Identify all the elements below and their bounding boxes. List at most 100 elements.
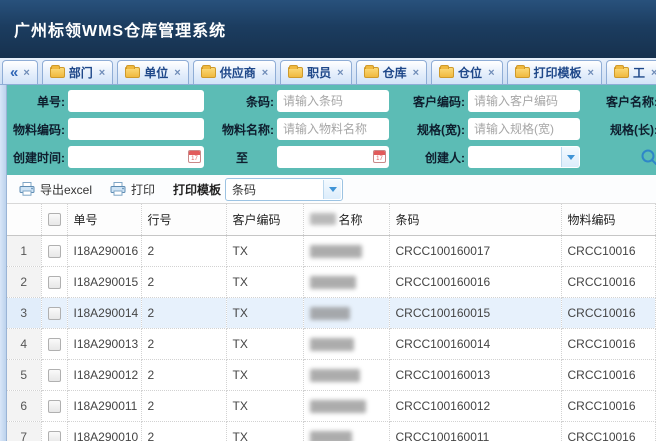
- table-row[interactable]: 6I18A2900112TXCRCC100160012CRCC10016: [7, 390, 656, 421]
- close-icon[interactable]: ×: [174, 67, 180, 79]
- cell-customer-name: [303, 297, 389, 328]
- cell-material-code: CRCC10016: [561, 235, 656, 266]
- search-button[interactable]: [640, 148, 656, 166]
- tab-collapse[interactable]: « ×: [2, 60, 38, 84]
- redacted-text: [310, 307, 350, 320]
- col-header-customer-name[interactable]: 名称: [303, 204, 389, 235]
- customer-code-input[interactable]: [468, 90, 580, 112]
- table-row[interactable]: 1I18A2900162TXCRCC100160017CRCC10016: [7, 235, 656, 266]
- cell-line-no: 2: [141, 390, 226, 421]
- calendar-icon[interactable]: [373, 150, 386, 163]
- close-icon[interactable]: ×: [337, 67, 343, 79]
- print-template-select[interactable]: 条码: [225, 178, 343, 201]
- cell-order-no: I18A290016: [67, 235, 141, 266]
- folder-icon: [201, 67, 216, 78]
- row-checkbox[interactable]: [48, 307, 61, 320]
- tab-仓库[interactable]: 仓库×: [356, 60, 427, 84]
- folder-icon: [288, 67, 303, 78]
- tab-打印模板[interactable]: 打印模板 ×: [507, 60, 602, 84]
- cell-order-no: I18A290012: [67, 359, 141, 390]
- row-checkbox-cell: [41, 390, 67, 421]
- row-checkbox-cell: [41, 359, 67, 390]
- order-no-input[interactable]: [68, 90, 204, 112]
- tab-职员[interactable]: 职员×: [280, 60, 351, 84]
- export-excel-button[interactable]: 导出excel: [19, 181, 92, 198]
- row-checkbox-cell: [41, 421, 67, 441]
- row-checkbox[interactable]: [48, 338, 61, 351]
- row-checkbox[interactable]: [48, 276, 61, 289]
- cell-customer-code: TX: [226, 390, 303, 421]
- close-icon[interactable]: ×: [588, 67, 594, 79]
- tab-strip: « × 部门×单位×供应商×职员×仓库×仓位×打印模板×工×: [0, 58, 656, 85]
- calendar-icon[interactable]: [188, 150, 201, 163]
- create-time-to-field: [277, 146, 389, 168]
- date-to-label: 至: [210, 149, 274, 166]
- create-time-from-input[interactable]: [68, 146, 204, 168]
- table-row[interactable]: 4I18A2900132TXCRCC100160014CRCC10016: [7, 328, 656, 359]
- cell-customer-name: [303, 235, 389, 266]
- chevron-down-icon[interactable]: [323, 180, 341, 199]
- spec-width-input[interactable]: [468, 118, 580, 140]
- folder-icon: [50, 67, 65, 78]
- creator-select[interactable]: [468, 146, 580, 168]
- order-no-label: 单号:: [7, 93, 65, 110]
- close-icon[interactable]: ×: [262, 67, 268, 79]
- cell-customer-code: TX: [226, 235, 303, 266]
- redacted-text: [310, 276, 356, 289]
- close-icon[interactable]: ×: [99, 67, 105, 79]
- export-excel-label: 导出excel: [40, 181, 92, 198]
- table-row[interactable]: 5I18A2900122TXCRCC100160013CRCC10016: [7, 359, 656, 390]
- col-header-line-no[interactable]: 行号: [141, 204, 226, 235]
- folder-icon: [125, 67, 140, 78]
- close-icon[interactable]: ×: [488, 67, 494, 79]
- cell-material-code: CRCC10016: [561, 328, 656, 359]
- col-header-material-code[interactable]: 物料编码: [561, 204, 656, 235]
- material-code-input[interactable]: [68, 118, 204, 140]
- row-checkbox[interactable]: [48, 400, 61, 413]
- search-row-3: 创建时间: 至 创建人:: [7, 146, 656, 168]
- redacted-text: [310, 213, 336, 225]
- row-number: 3: [7, 297, 41, 328]
- tab-label: 打印模板: [534, 64, 582, 81]
- barcode-label: 条码:: [210, 93, 274, 110]
- col-header-barcode[interactable]: 条码: [389, 204, 561, 235]
- tab-部门[interactable]: 部门×: [42, 60, 113, 84]
- col-header-customer-code[interactable]: 客户编码: [226, 204, 303, 235]
- grid-header-row: 单号 行号 客户编码 名称 条码 物料编码: [7, 204, 656, 235]
- tab-工[interactable]: 工×: [606, 60, 656, 84]
- barcode-input[interactable]: [277, 90, 389, 112]
- cell-barcode: CRCC100160017: [389, 235, 561, 266]
- customer-name-label: 客户名称:: [586, 93, 656, 110]
- printer-icon: [110, 182, 126, 196]
- row-number: 6: [7, 390, 41, 421]
- chevron-down-icon[interactable]: [561, 147, 579, 167]
- row-checkbox-cell: [41, 297, 67, 328]
- collapsed-west-panel[interactable]: [0, 85, 7, 441]
- table-row[interactable]: 2I18A2900152TXCRCC100160016CRCC10016: [7, 266, 656, 297]
- col-header-order-no[interactable]: 单号: [67, 204, 141, 235]
- row-checkbox[interactable]: [48, 245, 61, 258]
- print-button[interactable]: 打印: [110, 181, 155, 198]
- redacted-text: [310, 338, 354, 351]
- material-name-input[interactable]: [277, 118, 389, 140]
- row-checkbox[interactable]: [48, 369, 61, 382]
- close-icon[interactable]: ×: [413, 67, 419, 79]
- title-bar: 广州标领WMS仓库管理系统: [0, 0, 656, 58]
- tab-label: 单位: [144, 64, 168, 81]
- search-row-1: 单号: 条码: 客户编码: 客户名称:: [7, 90, 656, 112]
- select-all-checkbox[interactable]: [48, 213, 61, 226]
- close-icon[interactable]: ×: [651, 67, 656, 79]
- collapse-left-icon[interactable]: «: [10, 64, 18, 81]
- cell-line-no: 2: [141, 266, 226, 297]
- tab-label: 供应商: [220, 64, 256, 81]
- row-checkbox-cell: [41, 266, 67, 297]
- tab-仓位[interactable]: 仓位×: [431, 60, 502, 84]
- row-checkbox[interactable]: [48, 431, 61, 441]
- cell-customer-code: TX: [226, 328, 303, 359]
- tab-单位[interactable]: 单位 ×: [117, 60, 188, 84]
- close-icon[interactable]: ×: [23, 67, 29, 79]
- table-row[interactable]: 7I18A2900102TXCRCC100160011CRCC10016: [7, 421, 656, 441]
- table-row[interactable]: 3I18A2900142TXCRCC100160015CRCC10016: [7, 297, 656, 328]
- tab-供应商[interactable]: 供应商 ×: [193, 60, 276, 84]
- cell-order-no: I18A290015: [67, 266, 141, 297]
